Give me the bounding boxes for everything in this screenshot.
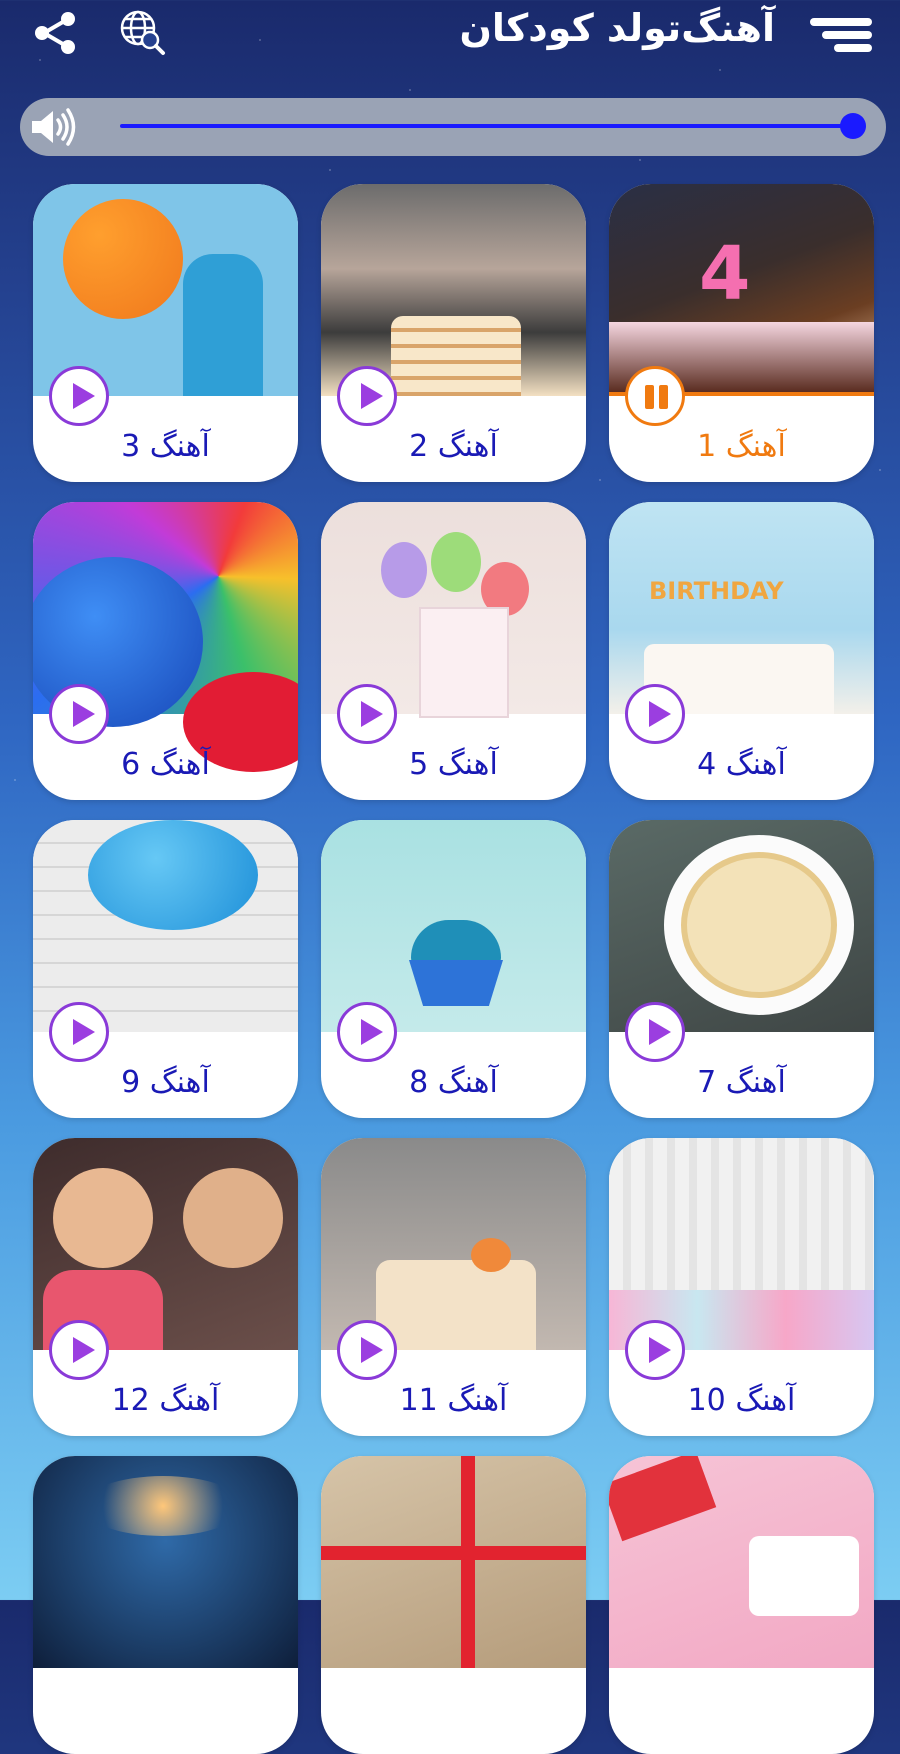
song-thumbnail: BIRTHDAY [609,502,874,714]
play-button[interactable] [337,1320,397,1380]
play-button[interactable] [337,1002,397,1062]
song-card-7[interactable]: آهنگ 7 [609,820,874,1118]
song-card-3[interactable]: آهنگ 3 [33,184,298,482]
play-button[interactable] [49,1002,109,1062]
song-thumbnail [321,184,586,396]
song-card-5[interactable]: آهنگ 5 [321,502,586,800]
play-button[interactable] [625,684,685,744]
song-card-6[interactable]: آهنگ 6 [33,502,298,800]
song-thumbnail [33,1138,298,1350]
song-thumbnail [33,184,298,396]
song-card-14[interactable] [321,1456,586,1754]
song-thumbnail [33,820,298,1032]
page-title: آهنگ‌تولد کودکان [459,6,775,50]
song-thumbnail [609,1138,874,1350]
song-thumbnail [609,1456,874,1668]
song-card-12[interactable]: آهنگ 12 [33,1138,298,1436]
app-header: آهنگ‌تولد کودکان [0,0,900,80]
song-label: آهنگ 9 [121,1065,210,1100]
song-label: آهنگ 2 [409,429,498,464]
song-thumbnail [321,1456,586,1668]
song-label: آهنگ 1 [697,429,786,464]
globe-search-icon[interactable] [118,8,166,56]
song-thumbnail [321,1138,586,1350]
play-button[interactable] [49,1320,109,1380]
hamburger-icon[interactable] [810,18,872,52]
song-card-4[interactable]: BIRTHDAY آهنگ 4 [609,502,874,800]
speaker-icon[interactable] [28,106,78,148]
song-card-10[interactable]: آهنگ 10 [609,1138,874,1436]
volume-bar [20,98,886,156]
song-label: آهنگ 7 [697,1065,786,1100]
song-label: آهنگ 12 [111,1383,220,1418]
play-button[interactable] [625,1320,685,1380]
song-label: آهنگ 11 [399,1383,508,1418]
play-button[interactable] [49,366,109,426]
play-button[interactable] [625,1002,685,1062]
song-thumbnail [321,820,586,1032]
song-label: آهنگ 5 [409,747,498,782]
play-button[interactable] [337,366,397,426]
song-card-11[interactable]: آهنگ 11 [321,1138,586,1436]
song-thumbnail: 4 [609,184,874,396]
song-card-13[interactable] [33,1456,298,1754]
volume-slider-track[interactable] [120,124,856,128]
song-card-2[interactable]: آهنگ 2 [321,184,586,482]
song-thumbnail [609,820,874,1032]
song-thumbnail [33,1456,298,1668]
song-label: آهنگ 4 [697,747,786,782]
pause-button[interactable] [625,366,685,426]
play-button[interactable] [49,684,109,744]
song-thumbnail [321,502,586,718]
song-label: آهنگ 6 [121,747,210,782]
song-thumbnail [33,502,298,772]
song-card-9[interactable]: آهنگ 9 [33,820,298,1118]
song-card-8[interactable]: آهنگ 8 [321,820,586,1118]
song-card-1[interactable]: 4 آهنگ 1 [609,184,874,482]
song-label: آهنگ 3 [121,429,210,464]
share-icon[interactable] [32,10,78,56]
volume-slider-thumb[interactable] [840,113,866,139]
song-label: آهنگ 10 [687,1383,796,1418]
play-button[interactable] [337,684,397,744]
song-card-15[interactable] [609,1456,874,1754]
song-label: آهنگ 8 [409,1065,498,1100]
